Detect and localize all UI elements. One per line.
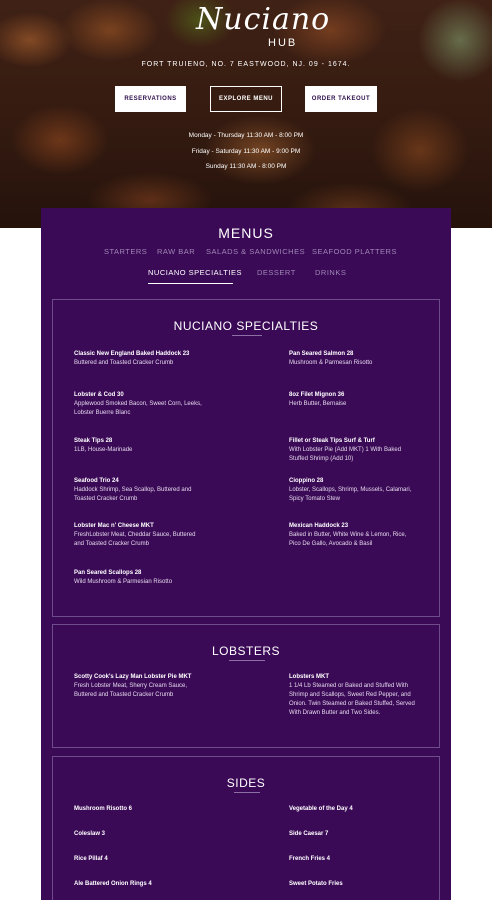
side-item: Vegetable of the Day 4	[289, 806, 353, 812]
menu-item-desc: Lobster, Scallops, Shrimp, Mussels, Cala…	[289, 487, 412, 502]
menu-item-desc: Mushroom & Parmesan Risotto	[289, 360, 373, 366]
menu-item: Pan Seared Scallops 28 Wild Mushroom & P…	[74, 569, 204, 587]
menu-item: 8oz Filet Mignon 36 Herb Butter, Bernais…	[289, 391, 419, 409]
tab-salads-sandwiches[interactable]: SALADS & SANDWICHES	[206, 247, 305, 256]
restaurant-address: FORT TRUIENO, NO. 7 EASTWOOD, NJ. 09 - 1…	[141, 61, 351, 68]
sides-title-rule	[234, 792, 260, 793]
specialties-section: NUCIANO SPECIALTIES Classic New England …	[52, 299, 440, 617]
menu-item-desc: 1 1/4 Lb Steamed or Baked and Stuffed Wi…	[289, 683, 415, 716]
lobsters-section: LOBSTERS Scotty Cook's Lazy Man Lobster …	[52, 624, 440, 748]
tab-starters[interactable]: STARTERS	[104, 247, 147, 256]
menu-item-desc: Haddock Shrimp, Sea Scallop, Buttered an…	[74, 487, 192, 502]
menu-item: Cioppino 28 Lobster, Scallops, Shrimp, M…	[289, 477, 419, 504]
menu-item-name: Steak Tips 28	[74, 438, 113, 444]
hero-banner: Nuciano HUB FORT TRUIENO, NO. 7 EASTWOOD…	[0, 0, 492, 228]
side-item: Side Caesar 7	[289, 831, 329, 837]
tab-nuciano-specialties[interactable]: NUCIANO SPECIALTIES	[148, 268, 242, 277]
hours-weekend: Friday - Saturday 11:30 AM - 9:00 PM	[191, 148, 301, 155]
brand-logo-sub[interactable]: HUB	[268, 37, 297, 49]
menu-item-name: Lobsters MKT	[289, 674, 330, 680]
side-item: Ale Battered Onion Rings 4	[74, 881, 152, 887]
menus-heading: MENUS	[218, 225, 274, 241]
hours-sunday: Sunday 11:30 AM - 8:00 PM	[205, 163, 287, 170]
menu-item: Fillet or Steak Tips Surf & Turf With Lo…	[289, 437, 419, 464]
lobsters-title-rule	[229, 660, 265, 661]
menu-item-desc: Wild Mushroom & Parmesian Risotto	[74, 579, 173, 585]
side-item: Sweet Potato Fries	[289, 881, 343, 887]
side-item: Coleslaw 3	[74, 831, 106, 837]
menu-item-name: Fillet or Steak Tips Surf & Turf	[289, 438, 375, 444]
lobsters-title: LOBSTERS	[211, 644, 281, 658]
explore-menu-button[interactable]: EXPLORE MENU	[210, 86, 282, 112]
menu-item: Scotty Cook's Lazy Man Lobster Pie MKT F…	[74, 673, 204, 700]
menu-item-name: Lobster & Cod 30	[74, 392, 124, 398]
menu-panel: MENUS STARTERS RAW BAR SALADS & SANDWICH…	[41, 208, 451, 900]
menu-item-desc: Applewood Smoked Bacon, Sweet Corn, Leek…	[74, 401, 202, 416]
menu-item: Lobster & Cod 30 Applewood Smoked Bacon,…	[74, 391, 204, 418]
sides-title: SIDES	[226, 776, 266, 790]
specialties-title: NUCIANO SPECIALTIES	[173, 319, 319, 333]
menu-item: Mexican Haddock 23 Baked in Butter, Whit…	[289, 522, 419, 549]
menu-item-name: Mexican Haddock 23	[289, 523, 349, 529]
menu-item-desc: Buttered and Toasted Cracker Crumb	[74, 360, 174, 366]
menu-item-name: Pan Seared Salmon 28	[289, 351, 354, 357]
menu-item: Lobster Mac n' Cheese MKT FreshLobster M…	[74, 522, 204, 549]
menu-item: Lobsters MKT 1 1/4 Lb Steamed or Baked a…	[289, 673, 419, 718]
menu-item: Classic New England Baked Haddock 23 But…	[74, 350, 204, 368]
tab-drinks[interactable]: DRINKS	[315, 268, 346, 277]
menu-item-desc: Fresh Lobster Meat, Sherry Cream Sauce, …	[74, 683, 188, 698]
menu-item-name: Classic New England Baked Haddock 23	[74, 351, 190, 357]
menu-item-name: Seafood Trio 24	[74, 478, 119, 484]
menu-item-desc: Herb Butter, Bernaise	[289, 401, 347, 407]
side-item: French Fries 4	[289, 856, 331, 862]
menu-item-name: Cioppino 28	[289, 478, 324, 484]
side-item: Rice Pillaf 4	[74, 856, 108, 862]
menu-item-name: Scotty Cook's Lazy Man Lobster Pie MKT	[74, 674, 192, 680]
brand-logo-script[interactable]: Nuciano	[196, 2, 329, 37]
menu-item-desc: FreshLobster Meat, Cheddar Sauce, Butter…	[74, 532, 196, 547]
menu-item-name: Pan Seared Scallops 28	[74, 570, 142, 576]
menu-item: Seafood Trio 24 Haddock Shrimp, Sea Scal…	[74, 477, 204, 504]
menu-item-desc: Baked in Butter, White Wine & Lemon, Ric…	[289, 532, 407, 547]
active-tab-underline	[148, 283, 233, 284]
order-takeout-button[interactable]: ORDER TAKEOUT	[305, 86, 377, 112]
reservations-button[interactable]: RESERVATIONS	[115, 86, 186, 112]
tab-seafood-platters[interactable]: SEAFOOD PLATTERS	[312, 247, 397, 256]
menu-item-desc: With Lobster Pie (Add MKT) 1 With Baked …	[289, 447, 402, 462]
menu-item: Steak Tips 28 1LB, House-Marinade	[74, 437, 204, 455]
menu-item: Pan Seared Salmon 28 Mushroom & Parmesan…	[289, 350, 419, 368]
tab-dessert[interactable]: DESSERT	[257, 268, 296, 277]
side-item: Mushroom Risotto 6	[74, 806, 132, 812]
sides-section: SIDES Mushroom Risotto 6 Coleslaw 3 Rice…	[52, 756, 440, 900]
menu-item-name: 8oz Filet Mignon 36	[289, 392, 345, 398]
specialties-title-rule	[232, 335, 262, 336]
tab-raw-bar[interactable]: RAW BAR	[157, 247, 195, 256]
menu-item-name: Lobster Mac n' Cheese MKT	[74, 523, 154, 529]
hours-weekday: Monday - Thursday 11:30 AM - 8:00 PM	[188, 132, 304, 139]
menu-item-desc: 1LB, House-Marinade	[74, 447, 133, 453]
